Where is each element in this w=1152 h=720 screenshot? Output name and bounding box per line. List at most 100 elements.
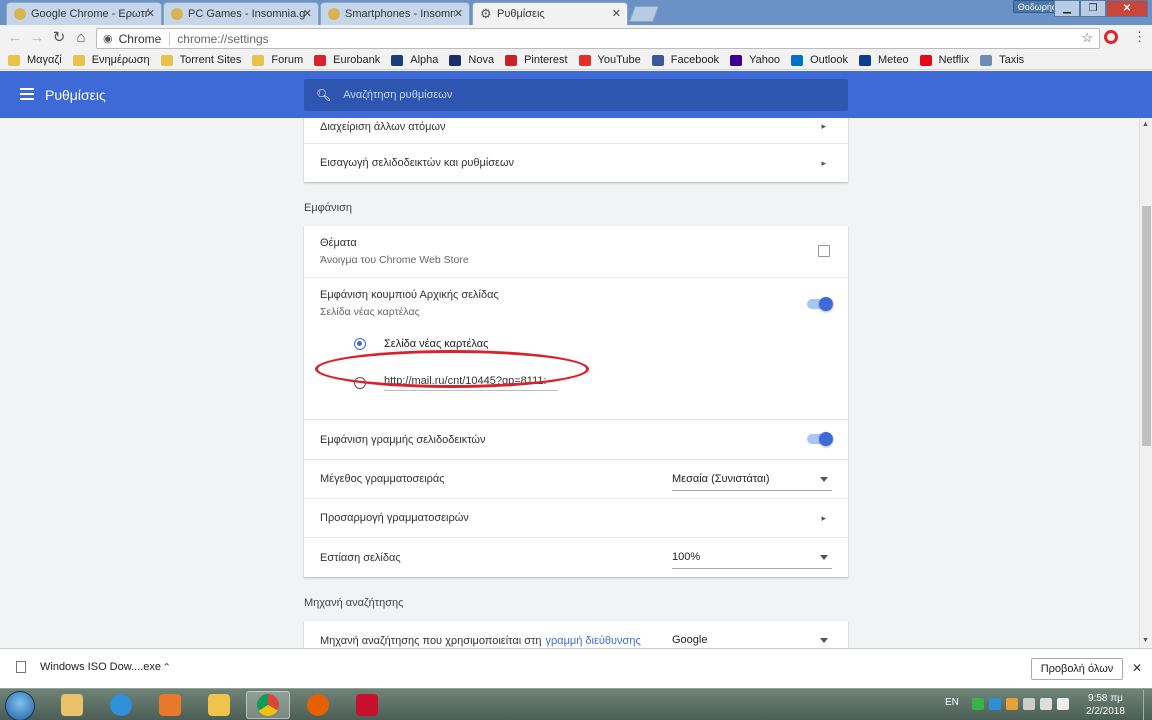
bookmark-star-icon[interactable]: ☆ — [1081, 30, 1093, 46]
external-link-icon[interactable] — [818, 245, 830, 257]
import-bookmarks-row[interactable]: Εισαγωγή σελιδοδεικτών και ρυθμίσεων ▸ — [304, 143, 848, 182]
scrollbar-thumb[interactable] — [1142, 206, 1151, 446]
omnibox-chip: Chrome — [119, 31, 171, 46]
home-icon[interactable]: ⌂ — [72, 29, 90, 47]
bookmark-item[interactable]: Netflix — [919, 54, 970, 66]
opera-extension-icon[interactable] — [1104, 30, 1118, 44]
settings-search-input[interactable]: 🔍︎ Αναζήτηση ρυθμίσεων — [304, 79, 848, 111]
bookmark-label: Netflix — [938, 54, 970, 66]
network-icon[interactable] — [1040, 698, 1052, 710]
download-item[interactable]: Windows ISO Dow....exe — [16, 661, 161, 673]
tab-google-chrome[interactable]: Google Chrome - Ερωτή ✕ — [6, 2, 162, 25]
tab-title: Google Chrome - Ερωτή — [31, 8, 149, 20]
language-indicator[interactable]: EN — [945, 697, 959, 708]
tray-icon[interactable] — [972, 698, 984, 710]
show-desktop-button[interactable] — [1143, 690, 1152, 720]
themes-row[interactable]: Θέματα Άνοιγμα του Chrome Web Store — [304, 226, 848, 277]
back-arrow-icon[interactable]: ← — [6, 29, 24, 47]
tray-icon[interactable] — [1006, 698, 1018, 710]
media-player-icon[interactable] — [148, 691, 192, 719]
bookmark-item[interactable]: Alpha — [391, 54, 438, 66]
appearance-card: Θέματα Άνοιγμα του Chrome Web Store Εμφά… — [304, 226, 848, 577]
bookmark-item[interactable]: Taxis — [980, 54, 1024, 66]
search-icon: 🔍︎ — [316, 88, 332, 102]
bookmark-label: Nova — [468, 54, 495, 66]
bookmark-item[interactable]: Facebook — [651, 54, 719, 66]
radio-new-tab-label: Σελίδα νέας καρτέλας — [384, 338, 489, 350]
restore-button[interactable]: ❐ — [1080, 0, 1106, 17]
page-zoom-select[interactable]: 100% — [672, 551, 832, 569]
bookmark-item[interactable]: Nova — [449, 54, 494, 66]
minimize-button[interactable]: ▁ — [1054, 0, 1080, 17]
tab-close-icon[interactable]: ✕ — [303, 7, 312, 20]
home-button-row: Εμφάνιση κουμπιού Αρχικής σελίδας Σελίδα… — [304, 277, 848, 329]
font-size-select[interactable]: Μεσαία (Συνιστάται) — [672, 473, 832, 491]
clock[interactable]: 9:58 πμ 2/2/2018 — [1086, 692, 1125, 718]
bookmark-icon — [160, 54, 173, 66]
chevron-up-icon[interactable]: ⌃ — [162, 661, 171, 674]
new-tab-button[interactable] — [629, 6, 659, 22]
bookmark-item[interactable]: Outlook — [791, 54, 848, 66]
file-explorer-icon[interactable] — [50, 691, 94, 719]
bookmark-icon — [252, 54, 265, 66]
clock-date: 2/2/2018 — [1086, 706, 1125, 717]
bookmark-item[interactable]: Torrent Sites — [160, 54, 241, 66]
search-placeholder: Αναζήτηση ρυθμίσεων — [343, 89, 453, 101]
bookmark-label: YouTube — [597, 54, 641, 66]
bookmark-item[interactable]: Pinterest — [505, 54, 568, 66]
tray-icon[interactable] — [989, 698, 1001, 710]
scroll-down-icon[interactable]: ▼ — [1142, 637, 1149, 644]
page-zoom-row: Εστίαση σελίδας 100% — [304, 537, 848, 577]
bookmark-icon — [919, 54, 932, 66]
manage-people-row[interactable]: Διαχείριση άλλων ατόμων ▸ — [304, 118, 848, 143]
mail-icon[interactable] — [197, 691, 241, 719]
bookmark-icon — [72, 54, 85, 66]
bookmark-icon — [314, 54, 327, 66]
tab-smartphones[interactable]: Smartphones - Insomnia ✕ — [320, 2, 470, 25]
bookmark-item[interactable]: YouTube — [578, 54, 641, 66]
tab-close-icon[interactable]: ✕ — [454, 7, 463, 20]
hamburger-menu-icon[interactable] — [20, 88, 34, 100]
customize-fonts-row[interactable]: Προσαρμογή γραμματοσειρών ▸ — [304, 498, 848, 537]
acrobat-icon[interactable] — [345, 691, 389, 719]
tab-settings[interactable]: ⚙ Ρυθμίσεις ✕ — [472, 2, 628, 25]
home-button-toggle[interactable] — [807, 297, 833, 311]
tab-close-icon[interactable]: ✕ — [146, 7, 155, 20]
bookmark-item[interactable]: Μαγαζί — [8, 54, 62, 66]
tab-pc-games[interactable]: PC Games - Insomnia.gr ✕ — [163, 2, 319, 25]
bookmark-item[interactable]: Meteo — [858, 54, 909, 66]
search-engine-card: Μηχανή αναζήτησης που χρησιμοποιείται στ… — [304, 621, 848, 648]
bookmark-item[interactable]: Yahoo — [730, 54, 780, 66]
address-bar-link[interactable]: γραμμή διεύθυνσης — [545, 635, 640, 647]
forward-arrow-icon[interactable]: → — [28, 29, 46, 47]
search-engine-select[interactable]: Google — [672, 634, 832, 648]
chrome-taskbar-icon[interactable] — [246, 691, 290, 719]
address-bar[interactable]: ◉ Chrome chrome://settings ☆ — [96, 28, 1100, 49]
bookmark-item[interactable]: Eurobank — [314, 54, 380, 66]
bookmark-label: Taxis — [999, 54, 1025, 66]
bookmark-item[interactable]: Forum — [252, 54, 303, 66]
show-all-button[interactable]: Προβολή όλων — [1031, 658, 1123, 680]
reload-icon[interactable]: ↻ — [50, 29, 68, 47]
tab-close-icon[interactable]: ✕ — [612, 7, 621, 20]
vertical-scrollbar[interactable]: ▲ ▼ — [1139, 118, 1152, 648]
chevron-right-icon: ▸ — [821, 157, 826, 168]
bookmark-icon — [8, 54, 20, 66]
bookmark-label: Yahoo — [749, 54, 781, 66]
scroll-up-icon[interactable]: ▲ — [1142, 121, 1149, 128]
bookmark-label: Meteo — [877, 54, 909, 66]
firefox-icon[interactable] — [296, 691, 340, 719]
radio-new-tab[interactable] — [354, 338, 366, 350]
tab-favicon — [171, 8, 183, 20]
bookmark-item[interactable]: Ενημέρωση — [72, 54, 150, 66]
tab-title: Ρυθμίσεις — [497, 8, 545, 20]
bookmarks-bar-toggle[interactable] — [807, 432, 833, 446]
internet-explorer-icon[interactable] — [99, 691, 143, 719]
volume-icon[interactable] — [1057, 698, 1069, 710]
chrome-menu-icon[interactable]: ⋮ — [1133, 29, 1146, 45]
tray-icon[interactable] — [1023, 698, 1035, 710]
home-button-label: Εμφάνιση κουμπιού Αρχικής σελίδας — [320, 289, 499, 301]
close-window-button[interactable]: ✕ — [1106, 0, 1148, 17]
close-download-bar-icon[interactable]: ✕ — [1132, 661, 1142, 675]
start-button[interactable] — [5, 691, 35, 720]
